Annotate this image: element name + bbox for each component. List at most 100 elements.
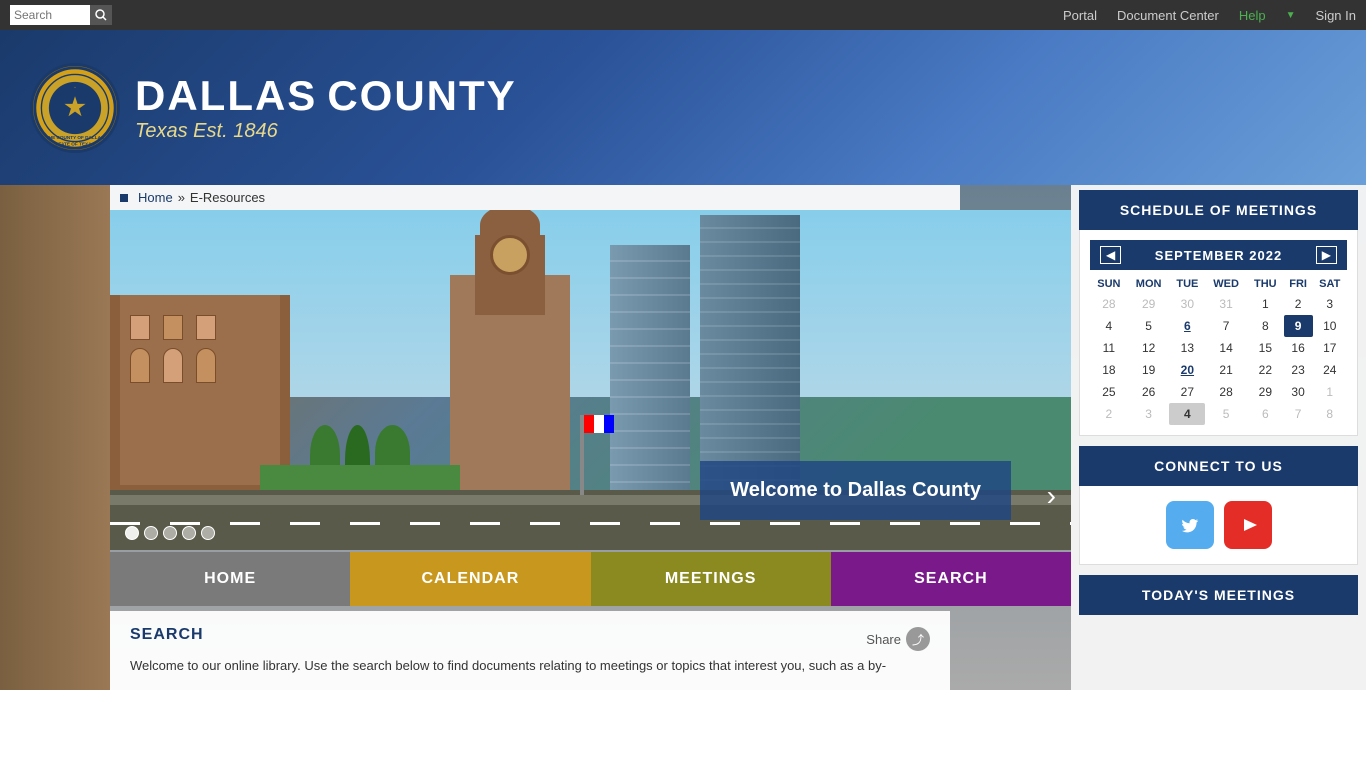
calendar-day: 1 — [1313, 381, 1347, 403]
calendar-day: 25 — [1090, 381, 1128, 403]
twitter-button[interactable] — [1166, 501, 1214, 549]
calendar-day: 30 — [1284, 381, 1313, 403]
cal-day-thu: THU — [1247, 275, 1284, 293]
county-seal: THE COUNTY OF DALLAS STATE OF TEXAS — [30, 63, 120, 153]
calendar-day: 2 — [1284, 293, 1313, 315]
document-center-link[interactable]: Document Center — [1117, 8, 1219, 23]
portal-link[interactable]: Portal — [1063, 8, 1097, 23]
calendar-day: 14 — [1205, 337, 1247, 359]
breadcrumb-bullet — [120, 194, 128, 202]
slideshow: Welcome to Dallas County › — [110, 210, 1071, 550]
calendar-day: 10 — [1313, 315, 1347, 337]
left-bg-strip — [0, 185, 110, 690]
calendar-day: 8 — [1313, 403, 1347, 425]
slide-dot-2[interactable] — [144, 526, 158, 540]
calendar-day: 29 — [1128, 293, 1170, 315]
today-meetings-header: TODAY'S MEETINGS — [1079, 575, 1358, 615]
calendar-day[interactable]: 6 — [1169, 315, 1205, 337]
youtube-button[interactable] — [1224, 501, 1272, 549]
calendar-day: 1 — [1247, 293, 1284, 315]
logo-area: THE COUNTY OF DALLAS STATE OF TEXAS DALL… — [30, 63, 517, 153]
calendar-day[interactable]: 20 — [1169, 359, 1205, 381]
county-text: COUNTY — [327, 72, 516, 120]
cal-day-sun: SUN — [1090, 275, 1128, 293]
breadcrumb-separator: » — [178, 190, 185, 205]
signin-link[interactable]: Sign In — [1316, 8, 1356, 23]
calendar-week-5: 2345678 — [1090, 403, 1347, 425]
clock-tower — [450, 275, 570, 495]
cal-day-mon: MON — [1128, 275, 1170, 293]
calendar-day: 4 — [1090, 315, 1128, 337]
connect-header: CONNECT TO US — [1079, 446, 1358, 486]
calendar-week-2: 11121314151617 — [1090, 337, 1347, 359]
calendar-day: 13 — [1169, 337, 1205, 359]
calendar-widget: ◀ SEPTEMBER 2022 ▶ SUN MON TUE WED THU F… — [1079, 230, 1358, 436]
right-sidebar: SCHEDULE OF MEETINGS ◀ SEPTEMBER 2022 ▶ … — [1071, 185, 1366, 690]
nav-buttons: HOME CALENDAR MEETINGS SEARCH — [110, 552, 1071, 606]
svg-text:STATE OF TEXAS: STATE OF TEXAS — [55, 141, 94, 146]
glass-building-2 — [700, 215, 800, 495]
site-header: THE COUNTY OF DALLAS STATE OF TEXAS DALL… — [0, 30, 1366, 185]
glass-building-1 — [610, 245, 690, 495]
slideshow-dots — [125, 526, 215, 540]
calendar-header-row: SUN MON TUE WED THU FRI SAT — [1090, 275, 1347, 293]
calendar-day: 24 — [1313, 359, 1347, 381]
schedule-header: SCHEDULE OF MEETINGS — [1079, 190, 1358, 230]
cal-day-wed: WED — [1205, 275, 1247, 293]
calendar-day: 12 — [1128, 337, 1170, 359]
calendar-day: 6 — [1247, 403, 1284, 425]
slide-dot-1[interactable] — [125, 526, 139, 540]
calendar-next-button[interactable]: ▶ — [1316, 246, 1337, 264]
calendar-day: 19 — [1128, 359, 1170, 381]
calendar-day[interactable]: 4 — [1169, 403, 1205, 425]
share-bar: Share ⤴ — [866, 627, 930, 651]
svg-text:THE COUNTY OF DALLAS: THE COUNTY OF DALLAS — [46, 134, 104, 139]
calendar-body: 2829303112345678910111213141516171819202… — [1090, 293, 1347, 425]
calendar-day: 31 — [1205, 293, 1247, 315]
calendar-button[interactable]: CALENDAR — [350, 552, 590, 606]
calendar-week-3: 18192021222324 — [1090, 359, 1347, 381]
calendar-week-0: 28293031123 — [1090, 293, 1347, 315]
calendar-day: 3 — [1128, 403, 1170, 425]
breadcrumb-current: E-Resources — [190, 190, 265, 205]
calendar-day: 18 — [1090, 359, 1128, 381]
calendar-day: 7 — [1284, 403, 1313, 425]
search-form — [10, 5, 112, 25]
calendar-day: 27 — [1169, 381, 1205, 403]
calendar-nav: ◀ SEPTEMBER 2022 ▶ — [1090, 240, 1347, 270]
search-button[interactable] — [90, 5, 112, 25]
calendar-day: 17 — [1313, 337, 1347, 359]
calendar-day: 11 — [1090, 337, 1128, 359]
calendar-month-title: SEPTEMBER 2022 — [1155, 248, 1282, 263]
search-input[interactable] — [10, 5, 90, 25]
slide-next-button[interactable]: › — [1047, 480, 1056, 512]
cal-day-fri: FRI — [1284, 275, 1313, 293]
slide-dot-3[interactable] — [163, 526, 177, 540]
search-section: SEARCH Share ⤴ Welcome to our online lib… — [110, 611, 950, 690]
slide-dot-5[interactable] — [201, 526, 215, 540]
search-icon — [95, 9, 107, 21]
calendar-day: 7 — [1205, 315, 1247, 337]
calendar-day: 23 — [1284, 359, 1313, 381]
meetings-button[interactable]: MEETINGS — [591, 552, 831, 606]
cal-day-sat: SAT — [1313, 275, 1347, 293]
help-link[interactable]: Help ▼ — [1239, 8, 1296, 23]
slide-dot-4[interactable] — [182, 526, 196, 540]
share-button[interactable]: ⤴ — [906, 627, 930, 651]
calendar-day: 15 — [1247, 337, 1284, 359]
home-button[interactable]: HOME — [110, 552, 350, 606]
search-nav-button[interactable]: SEARCH — [831, 552, 1071, 606]
calendar-day: 28 — [1090, 293, 1128, 315]
calendar-day: 8 — [1247, 315, 1284, 337]
logo-text: DALLAS COUNTY Texas Est. 1846 — [135, 72, 517, 143]
dallas-text: DALLAS — [135, 72, 317, 120]
breadcrumb-home[interactable]: Home — [138, 190, 173, 205]
calendar-table: SUN MON TUE WED THU FRI SAT 282930311234… — [1090, 275, 1347, 425]
top-nav: Portal Document Center Help ▼ Sign In — [1063, 8, 1356, 23]
help-dropdown-icon: ▼ — [1286, 10, 1296, 21]
calendar-prev-button[interactable]: ◀ — [1100, 246, 1121, 264]
calendar-day[interactable]: 9 — [1284, 315, 1313, 337]
calendar-day: 5 — [1128, 315, 1170, 337]
calendar-day: 5 — [1205, 403, 1247, 425]
calendar-day: 21 — [1205, 359, 1247, 381]
